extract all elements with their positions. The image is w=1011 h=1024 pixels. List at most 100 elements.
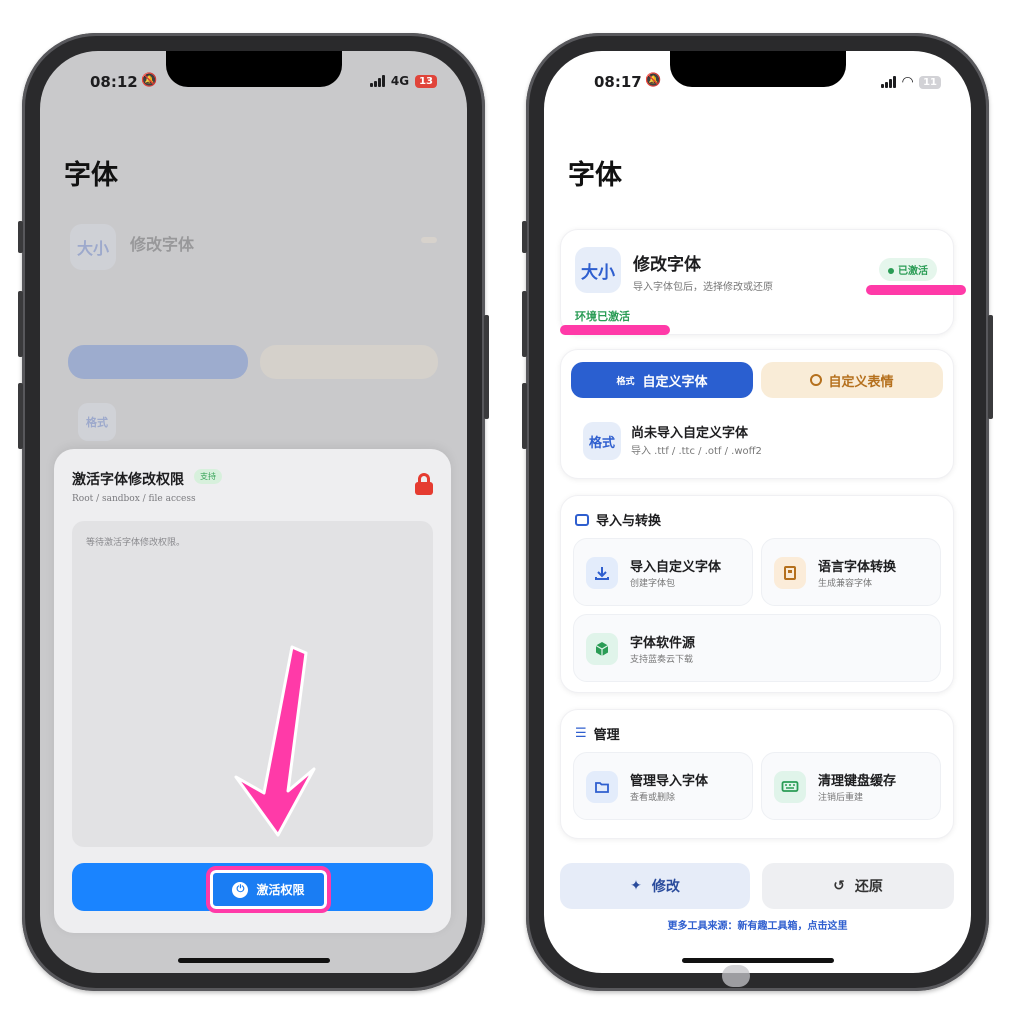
modify-button[interactable]: ✦ 修改 <box>560 863 750 909</box>
tile-clear-keyboard-cache[interactable]: 清理键盘缓存 注销后重建 <box>761 752 941 820</box>
font-size-icon: 大小 <box>70 224 116 270</box>
wechat-icon <box>722 965 750 987</box>
folder-icon <box>586 771 618 803</box>
tray-icon <box>575 513 589 526</box>
tile-title: 字体软件源 <box>630 636 696 651</box>
keyboard-icon <box>774 771 806 803</box>
tile-font-source[interactable]: 字体软件源 支持蓝奏云下载 <box>573 614 941 682</box>
battery-icon: 13 <box>415 74 437 88</box>
footer-link[interactable]: 更多工具来源：新有趣工具箱，点击这里 <box>544 917 971 932</box>
right-phone: 08:17 🔕 ◠ 11 字体 大小 修改字体 导入字体包后，选择修改或还原 已… <box>522 33 993 991</box>
lock-icon <box>415 473 433 495</box>
tile-subtitle: 支持蓝奏云下载 <box>630 655 694 665</box>
header-title: 修改字体 <box>633 255 701 275</box>
format-icon: 格式 <box>78 403 116 441</box>
restore-button-label: 还原 <box>854 879 883 895</box>
left-phone: 08:12 🔕 4G 13 字体 大小 修改字体 格式 激活字体修改权限 支持 … <box>18 33 489 991</box>
bell-muted-icon: 🔕 <box>645 73 662 88</box>
restore-button[interactable]: ↺ 还原 <box>762 863 954 909</box>
network-type: 4G <box>390 74 410 88</box>
highlight-mark <box>866 285 966 295</box>
restore-icon: ↺ <box>833 878 845 894</box>
header-title: 修改字体 <box>130 235 195 254</box>
log-text: 等待激活字体修改权限。 <box>86 538 186 548</box>
download-icon <box>586 557 618 589</box>
volume-down-button <box>18 383 23 449</box>
smile-icon <box>810 374 823 386</box>
highlight-mark <box>560 325 670 335</box>
status-badge-label: 已激活 <box>898 266 928 277</box>
volume-up-button <box>18 291 23 357</box>
book-icon <box>774 557 806 589</box>
annotation-arrow-icon <box>234 645 316 837</box>
notch <box>165 51 342 87</box>
volume-up-button <box>522 291 527 357</box>
page-title: 字体 <box>64 160 118 191</box>
font-header-card: 大小 修改字体 导入字体包后，选择修改或还原 已激活 环境已激活 <box>560 229 954 335</box>
tile-title: 导入自定义字体 <box>630 560 722 575</box>
tab-custom-emoji[interactable]: 自定义表情 <box>761 362 943 398</box>
tile-title: 管理导入字体 <box>630 774 709 789</box>
tile-subtitle: 生成兼容字体 <box>818 579 873 589</box>
sheet-title: 激活字体修改权限 <box>72 472 184 488</box>
cellular-signal-icon <box>881 76 897 88</box>
font-tabs-card: 格式 自定义字体 自定义表情 格式 尚未导入自定义字体 导入 .ttf / .t… <box>560 349 954 479</box>
tile-language-convert[interactable]: 语言字体转换 生成兼容字体 <box>761 538 941 606</box>
magic-wand-icon: ✦ <box>630 878 642 894</box>
volume-down-button <box>522 383 527 449</box>
import-section: 导入与转换 导入自定义字体 创建字体包 语言字体转换 生成兼容字体 字体软件源 … <box>560 495 954 693</box>
format-icon: 格式 <box>583 422 621 460</box>
tile-subtitle: 查看或删除 <box>630 793 676 803</box>
section-heading-import: 导入与转换 <box>575 510 661 529</box>
tile-manage-fonts[interactable]: 管理导入字体 查看或删除 <box>573 752 753 820</box>
home-indicator <box>177 958 330 963</box>
tile-subtitle: 注销后重建 <box>818 793 864 803</box>
bell-muted-icon: 🔕 <box>141 73 158 88</box>
cellular-signal-icon <box>369 75 385 87</box>
activate-permission-button[interactable]: ⏻ 激活权限 <box>206 866 331 913</box>
status-badge: 已激活 <box>879 258 937 281</box>
tab-custom-emoji-label: 自定义表情 <box>828 374 894 390</box>
side-button <box>988 315 993 419</box>
modify-button-label: 修改 <box>651 879 680 895</box>
font-size-icon: 大小 <box>575 247 621 293</box>
tab-custom-font <box>68 345 248 379</box>
page-title: 字体 <box>568 160 622 191</box>
support-badge: 支持 <box>194 469 222 484</box>
notch <box>669 51 846 87</box>
tab-custom-font[interactable]: 格式 自定义字体 <box>571 362 753 398</box>
font-slot-subtitle: 导入 .ttf / .ttc / .otf / .woff2 <box>631 446 762 457</box>
wifi-icon: ◠ <box>902 74 914 90</box>
sheet-subtitle: Root / sandbox / file access <box>72 494 196 504</box>
manage-section: ☰ 管理 管理导入字体 查看或删除 清理键盘缓存 注销后重建 <box>560 709 954 839</box>
side-button <box>484 315 489 419</box>
battery-icon: 11 <box>919 75 941 89</box>
font-slot-title: 尚未导入自定义字体 <box>631 426 749 441</box>
status-dot-icon <box>888 268 894 274</box>
power-icon: ⏻ <box>232 881 249 898</box>
header-subtitle: 导入字体包后，选择修改或还原 <box>633 282 773 293</box>
home-indicator <box>681 958 834 963</box>
tile-title: 清理键盘缓存 <box>818 774 897 789</box>
section-heading-manage: ☰ 管理 <box>575 724 620 743</box>
status-time: 08:17 <box>594 73 642 91</box>
tab-custom-font-label: 自定义字体 <box>642 374 708 390</box>
format-tag: 格式 <box>616 376 635 387</box>
box-icon <box>586 633 618 665</box>
activate-button-label: 激活权限 <box>256 883 305 897</box>
tile-subtitle: 创建字体包 <box>630 579 676 589</box>
tab-custom-emoji <box>260 345 438 379</box>
left-screen: 08:12 🔕 4G 13 字体 大小 修改字体 格式 激活字体修改权限 支持 … <box>40 51 467 973</box>
tile-import-font[interactable]: 导入自定义字体 创建字体包 <box>573 538 753 606</box>
watermark <box>722 965 750 987</box>
sliders-icon: ☰ <box>575 726 587 741</box>
tile-title: 语言字体转换 <box>818 560 897 575</box>
section-heading-label: 管理 <box>593 728 620 743</box>
status-badge <box>421 237 437 243</box>
right-screen: 08:17 🔕 ◠ 11 字体 大小 修改字体 导入字体包后，选择修改或还原 已… <box>544 51 971 973</box>
environment-status: 环境已激活 <box>575 310 630 323</box>
section-heading-label: 导入与转换 <box>596 514 662 529</box>
mute-switch <box>18 221 23 253</box>
status-time: 08:12 <box>90 73 138 91</box>
mute-switch <box>522 221 527 253</box>
